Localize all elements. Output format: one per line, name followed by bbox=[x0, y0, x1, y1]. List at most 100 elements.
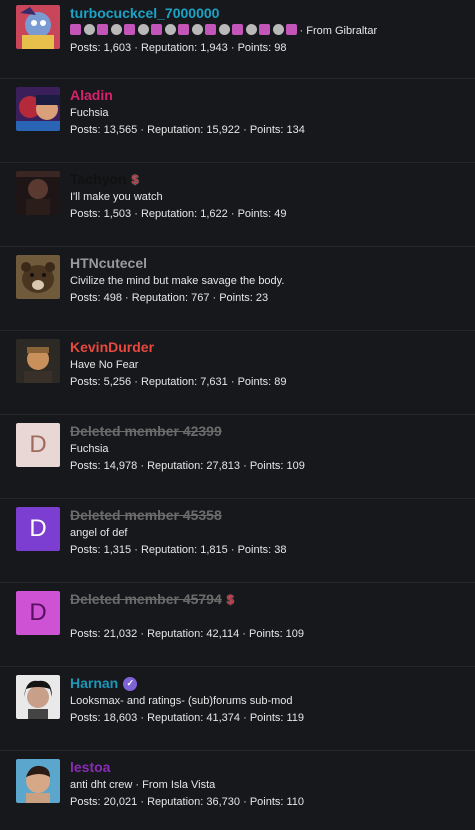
username-link[interactable]: Aladin bbox=[70, 87, 113, 104]
skull-badge-icon bbox=[191, 24, 203, 35]
username-link[interactable]: HTNcutecel bbox=[70, 255, 147, 272]
points-count: Points: 109 bbox=[249, 460, 305, 472]
member-subline: I'll make you watch bbox=[70, 190, 467, 204]
member-stats: Posts: 1,315 · Reputation: 1,815 · Point… bbox=[70, 543, 467, 557]
member-name-line: Aladin bbox=[70, 87, 467, 104]
member-title: Have No Fear bbox=[70, 359, 139, 371]
separator: · bbox=[131, 544, 141, 556]
member-row: HTNcutecel Civilize the mind but make sav… bbox=[0, 247, 475, 331]
separator: · bbox=[227, 42, 238, 54]
skull-badge-icon bbox=[83, 24, 95, 35]
points-count: Points: 23 bbox=[219, 292, 269, 304]
member-row: lestoa anti dht crew · From Isla Vista Pos… bbox=[0, 751, 475, 830]
member-title: I'll make you watch bbox=[70, 191, 163, 203]
avatar[interactable] bbox=[16, 339, 60, 383]
separator: · bbox=[131, 376, 141, 388]
star-badge-icon bbox=[97, 24, 108, 35]
member-stats: Posts: 1,503 · Reputation: 1,622 · Point… bbox=[70, 207, 467, 221]
points-count: Points: 89 bbox=[237, 376, 287, 388]
member-subline: Fuchsia bbox=[70, 106, 467, 120]
posts-count: Posts: 498 bbox=[70, 292, 122, 304]
avatar[interactable] bbox=[16, 255, 60, 299]
member-name-line: Tachyon $ bbox=[70, 171, 467, 188]
reputation-count: Reputation: 36,730 bbox=[147, 796, 241, 808]
avatar[interactable]: D bbox=[16, 423, 60, 467]
points-count: Points: 110 bbox=[249, 796, 305, 808]
points-count: Points: 119 bbox=[249, 712, 305, 724]
star-badge-icon bbox=[151, 24, 162, 35]
member-info: Deleted member 45794 $ Posts: 21,032 · Rep… bbox=[70, 591, 467, 641]
username-link[interactable]: Deleted member 45358 bbox=[70, 507, 222, 524]
reputation-count: Reputation: 7,631 bbox=[140, 376, 228, 388]
avatar[interactable]: D bbox=[16, 591, 60, 635]
member-name-line: turbocuckcel_7000000 bbox=[70, 5, 467, 22]
reputation-count: Reputation: 41,374 bbox=[147, 712, 241, 724]
member-subline: · From Gibraltar bbox=[70, 24, 467, 38]
points-count: Points: 109 bbox=[249, 628, 305, 640]
member-info: Tachyon $ I'll make you watch Posts: 1,503 … bbox=[70, 171, 467, 221]
member-row: D Deleted member 45794 $ Posts: 21,032 · Re… bbox=[0, 583, 475, 667]
member-subline: Have No Fear bbox=[70, 358, 467, 372]
member-title: Civilize the mind but make savage the bo… bbox=[70, 275, 285, 287]
member-info: lestoa anti dht crew · From Isla Vista Pos… bbox=[70, 759, 467, 809]
reputation-count: Reputation: 767 bbox=[131, 292, 210, 304]
member-name-line: lestoa bbox=[70, 759, 467, 776]
separator: · bbox=[137, 124, 148, 136]
username-link[interactable]: Deleted member 45794 bbox=[70, 591, 222, 608]
username-link[interactable]: Tachyon bbox=[70, 171, 127, 188]
username-link[interactable]: Harnan bbox=[70, 675, 118, 692]
separator: · bbox=[131, 208, 141, 220]
username-link[interactable]: Deleted member 42399 bbox=[70, 423, 222, 440]
member-info: Harnan ✓ Looksmax- and ratings- (sub)forum… bbox=[70, 675, 467, 725]
member-row: D Deleted member 42399 Fuchsia Posts: 14,97… bbox=[0, 415, 475, 499]
avatar[interactable]: D bbox=[16, 507, 60, 551]
verified-check-icon: ✓ bbox=[123, 676, 138, 691]
skull-badge-icon bbox=[245, 24, 257, 35]
member-title: anti dht crew · From Isla Vista bbox=[70, 779, 216, 791]
star-badge-icon bbox=[178, 24, 189, 35]
separator: · bbox=[240, 712, 250, 724]
member-row: Harnan ✓ Looksmax- and ratings- (sub)forum… bbox=[0, 667, 475, 751]
username-link[interactable]: lestoa bbox=[70, 759, 110, 776]
avatar[interactable] bbox=[16, 5, 60, 49]
posts-count: Posts: 20,021 bbox=[70, 796, 138, 808]
posts-count: Posts: 13,565 bbox=[70, 124, 138, 136]
member-row: turbocuckcel_7000000 · From Gibraltar Post… bbox=[0, 0, 475, 79]
avatar[interactable] bbox=[16, 675, 60, 719]
star-badge-icon bbox=[124, 24, 135, 35]
skull-badge-icon bbox=[218, 24, 230, 35]
username-link[interactable]: KevinDurder bbox=[70, 339, 154, 356]
member-row: Aladin Fuchsia Posts: 13,565 · Reputation:… bbox=[0, 79, 475, 163]
member-row: KevinDurder Have No Fear Posts: 5,256 · Re… bbox=[0, 331, 475, 415]
star-badge-icon bbox=[232, 24, 243, 35]
member-name-line: Deleted member 42399 bbox=[70, 423, 467, 440]
member-name-line: HTNcutecel bbox=[70, 255, 467, 272]
member-stats: Posts: 5,256 · Reputation: 7,631 · Point… bbox=[70, 375, 467, 389]
posts-count: Posts: 5,256 bbox=[70, 376, 132, 388]
skull-badge-icon bbox=[110, 24, 122, 35]
member-title: angel of def bbox=[70, 527, 128, 539]
separator: · bbox=[227, 208, 238, 220]
avatar[interactable] bbox=[16, 87, 60, 131]
separator: · bbox=[239, 628, 249, 640]
reputation-count: Reputation: 27,813 bbox=[147, 460, 241, 472]
member-stats: Posts: 18,603 · Reputation: 41,374 · Poi… bbox=[70, 711, 467, 725]
skull-badge-icon bbox=[272, 24, 284, 35]
reputation-count: Reputation: 1,815 bbox=[140, 544, 228, 556]
separator: · bbox=[240, 796, 250, 808]
separator: · bbox=[121, 292, 132, 304]
posts-count: Posts: 14,978 bbox=[70, 460, 138, 472]
username-link[interactable]: turbocuckcel_7000000 bbox=[70, 5, 219, 22]
member-name-line: Deleted member 45794 $ bbox=[70, 591, 467, 608]
member-info: Deleted member 42399 Fuchsia Posts: 14,978… bbox=[70, 423, 467, 473]
member-name-line: Harnan ✓ bbox=[70, 675, 467, 692]
separator: · bbox=[131, 42, 141, 54]
avatar[interactable] bbox=[16, 759, 60, 803]
skull-badge-icon bbox=[164, 24, 176, 35]
separator: · bbox=[240, 124, 250, 136]
points-count: Points: 134 bbox=[249, 124, 305, 136]
posts-count: Posts: 1,315 bbox=[70, 544, 132, 556]
member-title: Fuchsia bbox=[70, 443, 109, 455]
avatar[interactable] bbox=[16, 171, 60, 215]
posts-count: Posts: 21,032 bbox=[70, 628, 138, 640]
